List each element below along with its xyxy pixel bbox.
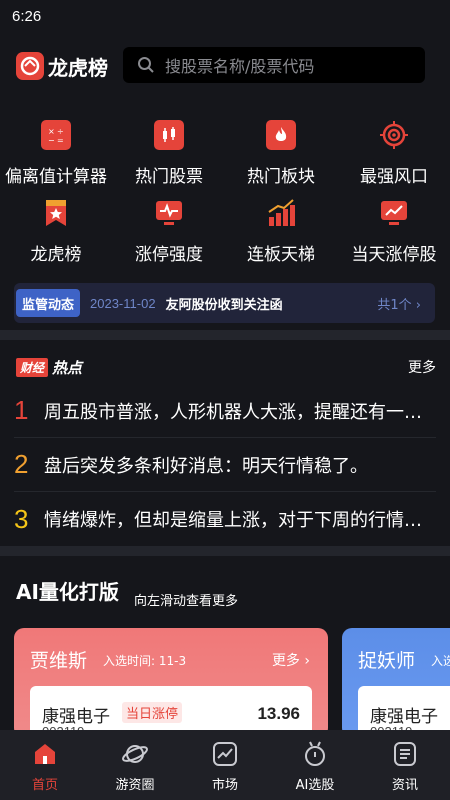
tool-label: 偏离值计算器 (5, 167, 107, 187)
tab-news[interactable]: 资讯 (360, 730, 450, 800)
candlestick-icon (154, 120, 184, 150)
status-bar: 6:26 (0, 0, 450, 32)
svg-text:=: = (57, 136, 64, 145)
tool-dragon-tiger[interactable]: 龙虎榜 (0, 198, 112, 265)
news-text: 盘后突发多条利好消息：明天行情稳了。 (44, 455, 368, 477)
target-icon (379, 120, 409, 150)
home-icon (31, 740, 59, 768)
ai-strategy-card[interactable]: 贾维斯 入选时间: 11-3 更多 › 康强电子 当日涨停 13.96 0021… (14, 628, 328, 738)
tool-consecutive-ladder[interactable]: 连板天梯 (225, 198, 337, 265)
news-text: 情绪爆炸，但却是缩量上涨，对于下周的行情我们该如何应对 (44, 510, 436, 531)
strategy-name: 贾维斯 (30, 650, 88, 672)
strategy-time: 入选时间: 11-3 (103, 654, 187, 668)
tool-label: 龙虎榜 (30, 245, 82, 265)
app-logo-icon (16, 52, 44, 80)
monitor-trend-icon (379, 198, 409, 228)
notice-title: 友阿股份收到关注函 (165, 297, 283, 313)
regulatory-notice-bar[interactable]: 监管动态 2023-11-02 友阿股份收到关注函 共1个 › (14, 283, 435, 323)
notice-count-text: 共1个 (377, 297, 412, 313)
tab-market[interactable]: 市场 (180, 730, 270, 800)
tool-label: 当天涨停股 (351, 245, 437, 265)
tab-label: 游资圈 (115, 778, 155, 793)
hot-news-header: 财经 热点 更多 (16, 356, 436, 378)
tool-hot-stocks[interactable]: 热门股票 (113, 120, 225, 187)
news-item[interactable]: 3 情绪爆炸，但却是缩量上涨，对于下周的行情我们该如何应对 (14, 492, 436, 546)
tool-label: 最强风口 (360, 167, 428, 187)
search-placeholder: 搜股票名称/股票代码 (165, 57, 315, 76)
tool-label: 连板天梯 (247, 245, 315, 265)
ai-strategy-card[interactable]: 捉妖师 入选 康强电子 002119 (342, 628, 450, 738)
tool-today-limit-up[interactable]: 当天涨停股 (338, 198, 450, 265)
strategy-time: 入选 (431, 654, 450, 668)
strategy-more-link[interactable]: 更多 › (272, 650, 310, 670)
tab-label: 首页 (31, 778, 58, 793)
tool-label: 热门板块 (247, 167, 315, 187)
header: 龙虎榜 搜股票名称/股票代码 (0, 44, 450, 88)
tool-limit-up-strength[interactable]: 涨停强度 (113, 198, 225, 265)
news-icon (391, 740, 419, 768)
finance-badge: 财经 (16, 357, 49, 377)
tab-label: 资讯 (391, 778, 418, 793)
search-icon (138, 57, 154, 73)
section-divider (0, 330, 450, 340)
tool-label: 热门股票 (135, 167, 203, 187)
svg-text:÷: ÷ (57, 127, 64, 136)
bookmark-star-icon (41, 198, 71, 228)
status-time: 6:26 (12, 7, 42, 25)
news-rank: 2 (14, 449, 29, 479)
ladder-chart-icon (266, 198, 296, 228)
monitor-pulse-icon (154, 198, 184, 228)
search-input[interactable]: 搜股票名称/股票代码 (123, 47, 425, 83)
ai-section-subtitle: 向左滑动查看更多 (134, 594, 239, 609)
svg-text:×: × (48, 127, 55, 136)
notice-date: 2023-11-02 (90, 295, 156, 311)
stock-tag: 当日涨停 (122, 702, 183, 723)
tool-hot-sectors[interactable]: 热门板块 (225, 120, 337, 187)
hot-title: 热点 (52, 358, 83, 377)
news-item[interactable]: 2 盘后突发多条利好消息：明天行情稳了。 (14, 438, 436, 492)
news-text: 周五股市普涨，人形机器人大涨，提醒还有一个大板块要注意 (44, 401, 436, 423)
news-rank: 1 (14, 395, 29, 425)
notice-count[interactable]: 共1个 › (377, 294, 421, 313)
tab-ai-picks[interactable]: AI选股 (270, 730, 360, 800)
ai-section-title: AI量化打版 (16, 580, 119, 604)
chart-icon (211, 740, 239, 768)
tool-deviation-calculator[interactable]: × ÷ − = 偏离值计算器 (0, 120, 112, 187)
svg-text:−: − (48, 136, 55, 145)
news-item[interactable]: 1 周五股市普涨，人形机器人大涨，提醒还有一个大板块要注意 (14, 384, 436, 438)
robot-icon (301, 740, 329, 768)
planet-icon (121, 740, 149, 768)
chevron-right-icon: › (415, 297, 421, 313)
news-rank: 3 (14, 503, 29, 534)
chevron-right-icon: › (304, 653, 310, 669)
section-divider (0, 546, 450, 556)
tool-strongest-trend[interactable]: 最强风口 (338, 120, 450, 187)
tab-label: AI选股 (295, 778, 335, 793)
bottom-tab-bar: 首页 游资圈 市场 AI选股 资讯 (0, 730, 450, 800)
strategy-more-text: 更多 (271, 653, 300, 669)
app-name: 龙虎榜 (48, 55, 108, 80)
tab-hot-money[interactable]: 游资圈 (90, 730, 180, 800)
tab-label: 市场 (211, 778, 238, 793)
flame-icon (266, 120, 296, 150)
tool-label: 涨停强度 (135, 245, 203, 265)
stock-price: 13.96 (257, 704, 300, 723)
app-logo: 龙虎榜 (16, 52, 108, 81)
tab-home[interactable]: 首页 (0, 730, 90, 800)
calculator-icon: × ÷ − = (41, 120, 71, 150)
notice-badge: 监管动态 (16, 289, 81, 317)
strategy-name: 捉妖师 (358, 650, 416, 672)
hot-more-link[interactable]: 更多 (408, 357, 436, 377)
